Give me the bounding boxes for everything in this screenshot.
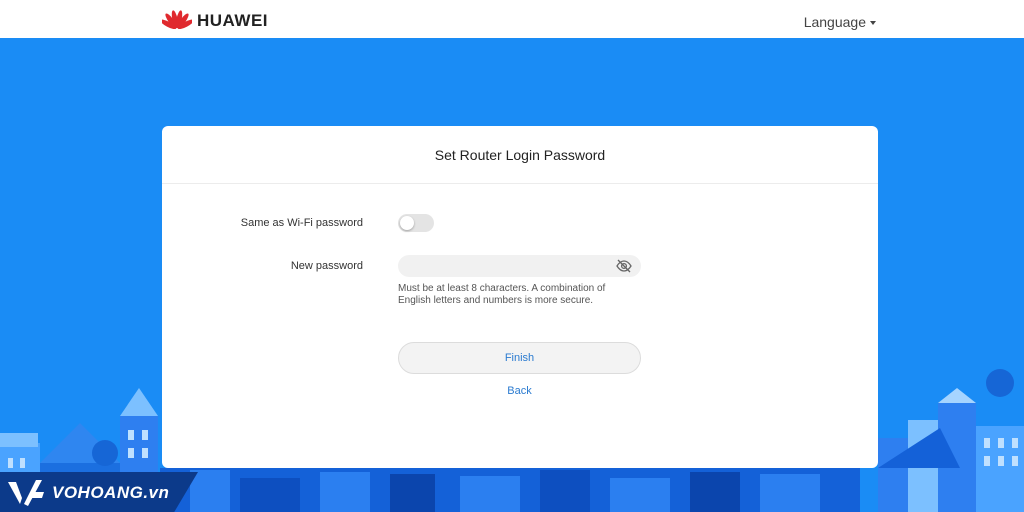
huawei-petal-icon (160, 7, 194, 34)
back-link[interactable]: Back (398, 385, 641, 397)
language-dropdown[interactable]: Language (804, 14, 876, 30)
huawei-logo: HUAWEI (160, 7, 268, 34)
same-as-wifi-toggle[interactable] (398, 214, 434, 232)
card-title: Set Router Login Password (162, 126, 878, 184)
set-password-card: Set Router Login Password Same as Wi-Fi … (162, 126, 878, 468)
vohoang-logo (6, 478, 46, 511)
same-as-wifi-label: Same as Wi-Fi password (240, 217, 363, 229)
language-label: Language (803, 14, 866, 30)
watermark-banner: VOHOANG.vn (0, 472, 198, 512)
new-password-label: New password (290, 260, 363, 272)
top-bar: HUAWEI Language (0, 0, 1024, 38)
new-password-input[interactable] (398, 255, 641, 277)
toggle-knob (400, 216, 414, 230)
eye-off-icon[interactable] (616, 259, 632, 273)
brand-name: HUAWEI (197, 10, 268, 30)
password-hint: Must be at least 8 characters. A combina… (398, 283, 606, 306)
finish-button[interactable]: Finish (398, 342, 641, 374)
caret-down-icon (870, 21, 876, 25)
watermark-text: VOHOANG.vn (52, 483, 170, 502)
